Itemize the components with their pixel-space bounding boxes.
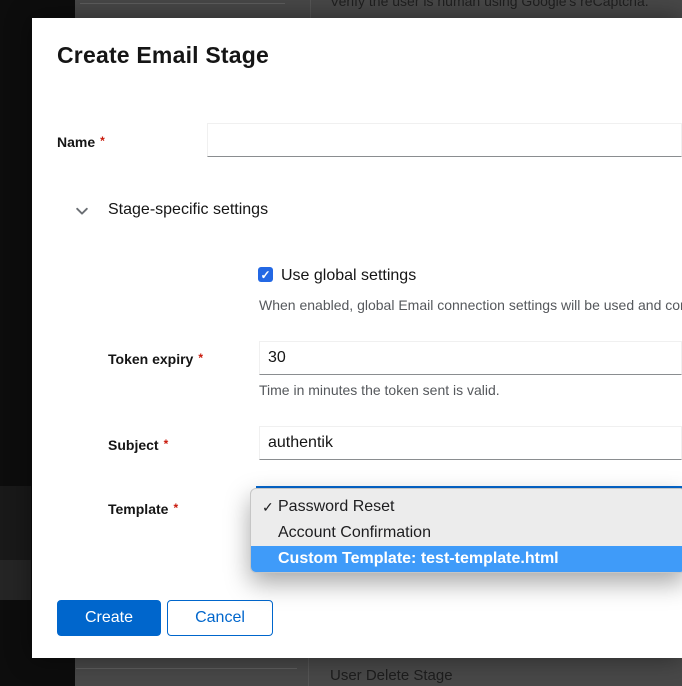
check-icon: ✓ — [262, 494, 276, 520]
dropdown-option-password-reset[interactable]: ✓ Password Reset — [251, 494, 682, 520]
sidebar-nav-item — [0, 486, 31, 560]
use-global-settings-help: When enabled, global Email connection se… — [259, 297, 682, 313]
section-header-stage-specific-settings[interactable]: Stage-specific settings — [108, 201, 268, 219]
required-asterisk: * — [173, 501, 178, 515]
background-column-divider-bottom — [308, 658, 309, 686]
use-global-settings-label[interactable]: Use global settings — [281, 267, 416, 285]
dropdown-option-account-confirmation[interactable]: Account Confirmation — [251, 520, 682, 546]
create-button[interactable]: Create — [57, 600, 161, 636]
chevron-down-icon[interactable] — [75, 204, 89, 218]
checkmark-icon: ✓ — [260, 269, 270, 281]
required-asterisk: * — [100, 134, 105, 148]
dropdown-option-custom-template[interactable]: Custom Template: test-template.html — [251, 546, 682, 572]
template-dropdown-menu: ✓ Password Reset Account Confirmation Cu… — [250, 488, 682, 573]
background-row-captcha-text: Verify the user is human using Google's … — [330, 0, 649, 9]
template-label: Template* — [108, 501, 178, 517]
sidebar-nav-item — [0, 560, 31, 600]
background-table-border — [80, 3, 285, 4]
required-asterisk: * — [198, 351, 203, 365]
background-table-border-bottom — [76, 668, 297, 669]
token-expiry-label: Token expiry* — [108, 351, 203, 367]
background-row-user-delete-stage: User Delete Stage — [330, 667, 453, 684]
background-column-divider — [310, 0, 311, 18]
token-expiry-input[interactable] — [259, 341, 682, 375]
subject-label: Subject* — [108, 437, 168, 453]
required-asterisk: * — [164, 437, 169, 451]
modal-title: Create Email Stage — [57, 42, 269, 69]
create-email-stage-screen: Verify the user is human using Google's … — [0, 0, 682, 686]
name-label: Name* — [57, 134, 105, 150]
token-expiry-help: Time in minutes the token sent is valid. — [259, 382, 500, 398]
use-global-settings-checkbox[interactable]: ✓ — [258, 267, 273, 282]
name-input[interactable] — [207, 123, 682, 157]
cancel-button[interactable]: Cancel — [167, 600, 273, 636]
subject-input[interactable] — [259, 426, 682, 460]
